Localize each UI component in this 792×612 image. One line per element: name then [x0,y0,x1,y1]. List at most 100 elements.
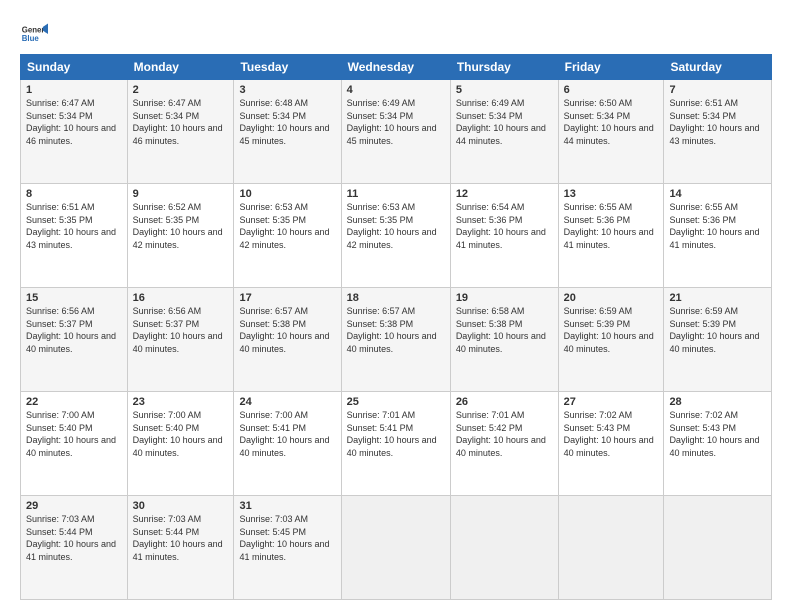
day-number: 9 [133,188,229,200]
cell-content: Sunrise: 6:49 AM Sunset: 5:34 PM Dayligh… [347,97,445,147]
header: General Blue [20,16,772,48]
cell-content: Sunrise: 6:58 AM Sunset: 5:38 PM Dayligh… [456,305,553,355]
calendar-cell: 1 Sunrise: 6:47 AM Sunset: 5:34 PM Dayli… [21,80,128,184]
day-number: 6 [564,84,659,96]
cell-content: Sunrise: 7:00 AM Sunset: 5:40 PM Dayligh… [133,409,229,459]
calendar-row: 22 Sunrise: 7:00 AM Sunset: 5:40 PM Dayl… [21,392,772,496]
col-tuesday: Tuesday [234,55,341,80]
cell-content: Sunrise: 7:01 AM Sunset: 5:41 PM Dayligh… [347,409,445,459]
cell-content: Sunrise: 7:00 AM Sunset: 5:41 PM Dayligh… [239,409,335,459]
day-number: 29 [26,500,122,512]
calendar-cell: 6 Sunrise: 6:50 AM Sunset: 5:34 PM Dayli… [558,80,664,184]
cell-content: Sunrise: 6:49 AM Sunset: 5:34 PM Dayligh… [456,97,553,147]
calendar-cell: 24 Sunrise: 7:00 AM Sunset: 5:41 PM Dayl… [234,392,341,496]
calendar-cell: 25 Sunrise: 7:01 AM Sunset: 5:41 PM Dayl… [341,392,450,496]
day-number: 4 [347,84,445,96]
day-number: 18 [347,292,445,304]
calendar-cell: 27 Sunrise: 7:02 AM Sunset: 5:43 PM Dayl… [558,392,664,496]
day-number: 14 [669,188,766,200]
calendar-cell: 8 Sunrise: 6:51 AM Sunset: 5:35 PM Dayli… [21,184,128,288]
calendar-row: 15 Sunrise: 6:56 AM Sunset: 5:37 PM Dayl… [21,288,772,392]
calendar-table: Sunday Monday Tuesday Wednesday Thursday… [20,54,772,600]
calendar-cell: 3 Sunrise: 6:48 AM Sunset: 5:34 PM Dayli… [234,80,341,184]
calendar-cell: 2 Sunrise: 6:47 AM Sunset: 5:34 PM Dayli… [127,80,234,184]
day-number: 25 [347,396,445,408]
calendar-cell: 17 Sunrise: 6:57 AM Sunset: 5:38 PM Dayl… [234,288,341,392]
day-number: 13 [564,188,659,200]
day-number: 20 [564,292,659,304]
day-number: 23 [133,396,229,408]
day-number: 10 [239,188,335,200]
calendar-cell: 5 Sunrise: 6:49 AM Sunset: 5:34 PM Dayli… [450,80,558,184]
header-row: Sunday Monday Tuesday Wednesday Thursday… [21,55,772,80]
cell-content: Sunrise: 7:00 AM Sunset: 5:40 PM Dayligh… [26,409,122,459]
col-friday: Friday [558,55,664,80]
col-wednesday: Wednesday [341,55,450,80]
calendar-row: 1 Sunrise: 6:47 AM Sunset: 5:34 PM Dayli… [21,80,772,184]
day-number: 12 [456,188,553,200]
calendar-cell [341,496,450,600]
calendar-cell: 11 Sunrise: 6:53 AM Sunset: 5:35 PM Dayl… [341,184,450,288]
day-number: 17 [239,292,335,304]
day-number: 27 [564,396,659,408]
calendar-cell: 7 Sunrise: 6:51 AM Sunset: 5:34 PM Dayli… [664,80,772,184]
calendar-cell: 22 Sunrise: 7:00 AM Sunset: 5:40 PM Dayl… [21,392,128,496]
logo-icon: General Blue [20,20,48,48]
day-number: 24 [239,396,335,408]
calendar-cell [664,496,772,600]
calendar-page: General Blue Sunday Monday Tuesday Wedne… [0,0,792,612]
calendar-cell: 10 Sunrise: 6:53 AM Sunset: 5:35 PM Dayl… [234,184,341,288]
day-number: 30 [133,500,229,512]
calendar-row: 29 Sunrise: 7:03 AM Sunset: 5:44 PM Dayl… [21,496,772,600]
calendar-cell: 18 Sunrise: 6:57 AM Sunset: 5:38 PM Dayl… [341,288,450,392]
day-number: 7 [669,84,766,96]
calendar-row: 8 Sunrise: 6:51 AM Sunset: 5:35 PM Dayli… [21,184,772,288]
cell-content: Sunrise: 7:01 AM Sunset: 5:42 PM Dayligh… [456,409,553,459]
cell-content: Sunrise: 6:55 AM Sunset: 5:36 PM Dayligh… [564,201,659,251]
day-number: 15 [26,292,122,304]
day-number: 1 [26,84,122,96]
cell-content: Sunrise: 7:02 AM Sunset: 5:43 PM Dayligh… [669,409,766,459]
col-saturday: Saturday [664,55,772,80]
calendar-cell: 13 Sunrise: 6:55 AM Sunset: 5:36 PM Dayl… [558,184,664,288]
cell-content: Sunrise: 6:51 AM Sunset: 5:34 PM Dayligh… [669,97,766,147]
day-number: 21 [669,292,766,304]
calendar-cell: 28 Sunrise: 7:02 AM Sunset: 5:43 PM Dayl… [664,392,772,496]
cell-content: Sunrise: 6:59 AM Sunset: 5:39 PM Dayligh… [669,305,766,355]
calendar-cell: 14 Sunrise: 6:55 AM Sunset: 5:36 PM Dayl… [664,184,772,288]
day-number: 26 [456,396,553,408]
day-number: 16 [133,292,229,304]
calendar-cell: 30 Sunrise: 7:03 AM Sunset: 5:44 PM Dayl… [127,496,234,600]
calendar-cell: 12 Sunrise: 6:54 AM Sunset: 5:36 PM Dayl… [450,184,558,288]
svg-text:Blue: Blue [22,34,40,43]
cell-content: Sunrise: 6:47 AM Sunset: 5:34 PM Dayligh… [133,97,229,147]
day-number: 19 [456,292,553,304]
calendar-cell: 19 Sunrise: 6:58 AM Sunset: 5:38 PM Dayl… [450,288,558,392]
calendar-cell: 26 Sunrise: 7:01 AM Sunset: 5:42 PM Dayl… [450,392,558,496]
cell-content: Sunrise: 7:03 AM Sunset: 5:45 PM Dayligh… [239,513,335,563]
calendar-cell: 16 Sunrise: 6:56 AM Sunset: 5:37 PM Dayl… [127,288,234,392]
day-number: 22 [26,396,122,408]
col-monday: Monday [127,55,234,80]
cell-content: Sunrise: 6:59 AM Sunset: 5:39 PM Dayligh… [564,305,659,355]
cell-content: Sunrise: 6:56 AM Sunset: 5:37 PM Dayligh… [133,305,229,355]
cell-content: Sunrise: 6:54 AM Sunset: 5:36 PM Dayligh… [456,201,553,251]
col-thursday: Thursday [450,55,558,80]
cell-content: Sunrise: 7:03 AM Sunset: 5:44 PM Dayligh… [133,513,229,563]
day-number: 31 [239,500,335,512]
cell-content: Sunrise: 6:57 AM Sunset: 5:38 PM Dayligh… [239,305,335,355]
cell-content: Sunrise: 6:50 AM Sunset: 5:34 PM Dayligh… [564,97,659,147]
cell-content: Sunrise: 7:03 AM Sunset: 5:44 PM Dayligh… [26,513,122,563]
cell-content: Sunrise: 7:02 AM Sunset: 5:43 PM Dayligh… [564,409,659,459]
cell-content: Sunrise: 6:47 AM Sunset: 5:34 PM Dayligh… [26,97,122,147]
cell-content: Sunrise: 6:53 AM Sunset: 5:35 PM Dayligh… [239,201,335,251]
day-number: 5 [456,84,553,96]
calendar-cell: 21 Sunrise: 6:59 AM Sunset: 5:39 PM Dayl… [664,288,772,392]
calendar-cell: 29 Sunrise: 7:03 AM Sunset: 5:44 PM Dayl… [21,496,128,600]
day-number: 3 [239,84,335,96]
cell-content: Sunrise: 6:56 AM Sunset: 5:37 PM Dayligh… [26,305,122,355]
day-number: 28 [669,396,766,408]
calendar-cell: 31 Sunrise: 7:03 AM Sunset: 5:45 PM Dayl… [234,496,341,600]
cell-content: Sunrise: 6:48 AM Sunset: 5:34 PM Dayligh… [239,97,335,147]
cell-content: Sunrise: 6:51 AM Sunset: 5:35 PM Dayligh… [26,201,122,251]
